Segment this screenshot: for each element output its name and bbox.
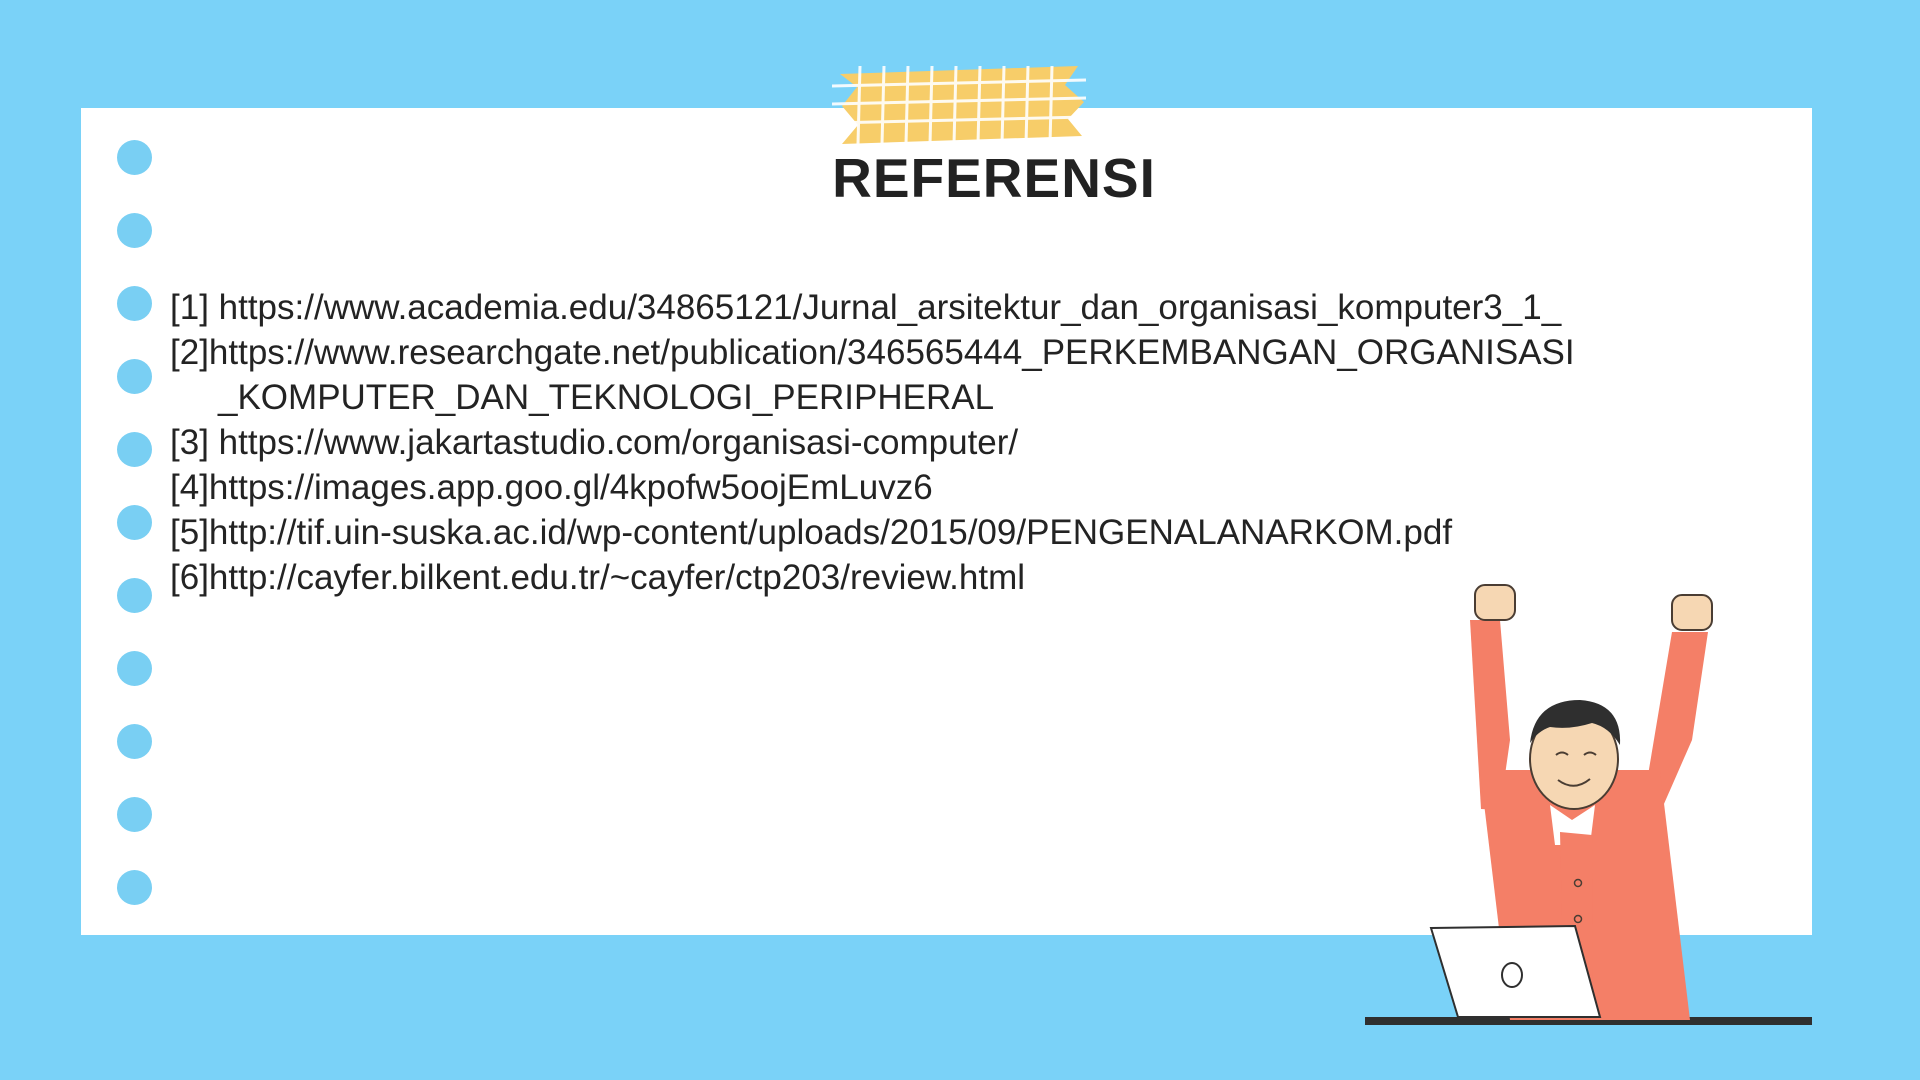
paper-hole-icon [117,213,152,248]
paper-hole-icon [117,359,152,394]
page-title: REFERENSI [832,147,1156,209]
paper-hole-icon [117,286,152,321]
paper-hole-icon [117,651,152,686]
paper-hole-icon [117,797,152,832]
paper-hole-icon [117,578,152,613]
reference-item-2-continuation: _KOMPUTER_DAN_TEKNOLOGI_PERIPHERAL [218,378,995,417]
reference-item-2: [2]https://www.researchgate.net/publicat… [170,333,1575,372]
paper-hole-icon [117,140,152,175]
reference-list: [1] https://www.academia.edu/34865121/Ju… [170,285,1790,600]
paper-hole-icon [117,870,152,905]
paper-hole-icon [117,724,152,759]
paper-hole-icon [117,432,152,467]
reference-item-1: [1] https://www.academia.edu/34865121/Ju… [170,288,1562,327]
reference-item-5: [5]http://tif.uin-suska.ac.id/wp-content… [170,513,1453,552]
reference-item-4: [4]https://images.app.goo.gl/4kpofw5oojE… [170,468,933,507]
washi-tape-icon [832,66,1086,144]
reference-item-3: [3] https://www.jakartastudio.com/organi… [170,423,1019,462]
paper-hole-icon [117,505,152,540]
celebrating-person-illustration [1365,584,1812,1025]
